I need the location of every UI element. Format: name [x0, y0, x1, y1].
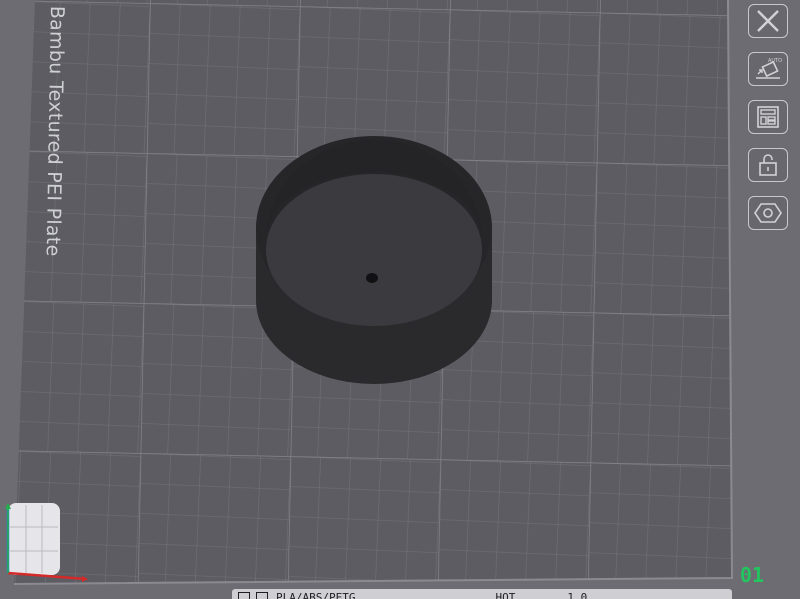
auto-orient-icon: AUTO — [756, 58, 782, 79]
build-plate-scene[interactable] — [0, 0, 800, 599]
lock-button[interactable] — [748, 148, 788, 182]
filament-status-bar[interactable]: PLA/ABS/PETG HOT 1.0 — [232, 589, 732, 599]
plate-toolbar: AUTO — [744, 4, 792, 244]
unlock-icon — [759, 154, 777, 176]
arrange-icon — [757, 106, 779, 128]
close-button[interactable] — [748, 4, 788, 38]
auto-badge: AUTO — [768, 58, 782, 64]
arrange-button[interactable] — [748, 100, 788, 134]
model-cylinder[interactable] — [256, 136, 492, 384]
nozzle-status: HOT — [495, 590, 516, 599]
plate-type-icon — [238, 591, 250, 599]
view-cube-face — [8, 503, 60, 575]
plate-name-label: Bambu Textured PEI Plate — [41, 5, 68, 257]
filament-icon — [256, 591, 268, 599]
3d-viewport[interactable]: Bambu Textured PEI Plate AUTO 01 PLA/ABS… — [0, 0, 800, 599]
plate-settings-button[interactable] — [748, 196, 788, 230]
x-axis-arrow — [82, 576, 88, 582]
filament-type: PLA/ABS/PETG — [276, 590, 356, 599]
auto-orient-button[interactable]: AUTO — [748, 52, 788, 86]
close-icon — [757, 10, 779, 32]
model-inner-floor — [266, 174, 482, 326]
extra-value: 1.0 — [567, 590, 588, 599]
model-center-hole — [366, 273, 378, 283]
hexagon-nut-icon — [754, 203, 782, 223]
plate-index-label: 01 — [739, 563, 764, 587]
view-orientation-cube[interactable] — [0, 501, 90, 591]
